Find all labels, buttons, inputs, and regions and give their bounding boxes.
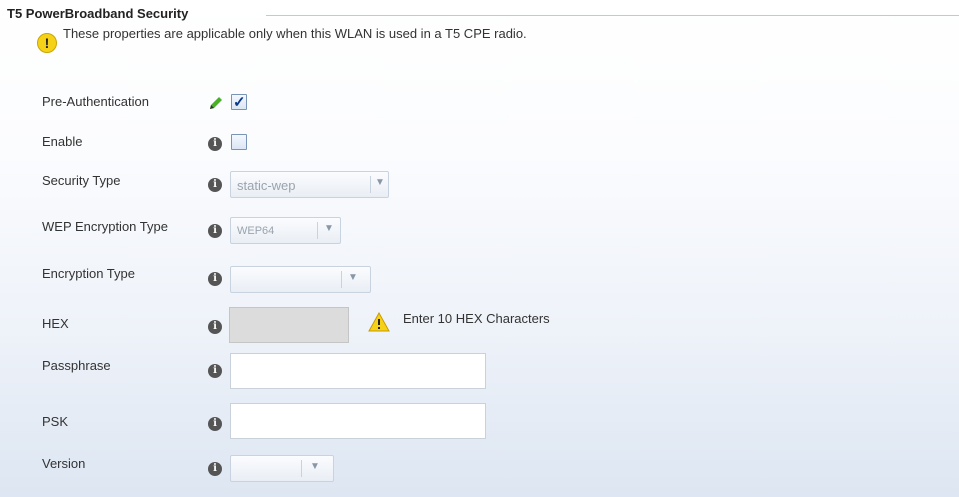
encryption-type-select[interactable]: ▼ xyxy=(230,266,371,293)
hex-warning: Enter 10 HEX Characters xyxy=(403,311,550,326)
warning-icon xyxy=(368,312,390,332)
section-title: T5 PowerBroadband Security xyxy=(7,6,189,21)
enable-label: Enable xyxy=(42,134,83,149)
psk-input[interactable] xyxy=(230,403,486,439)
security-type-label: Security Type xyxy=(42,173,121,188)
passphrase-input[interactable] xyxy=(230,353,486,389)
section-note: These properties are applicable only whe… xyxy=(63,26,527,41)
enable-checkbox[interactable] xyxy=(231,134,247,150)
chevron-down-icon: ▼ xyxy=(310,461,320,472)
wep-encryption-type-select[interactable]: WEP64 ▼ xyxy=(230,217,341,244)
chevron-down-icon: ▼ xyxy=(375,177,385,188)
passphrase-label: Passphrase xyxy=(42,358,111,373)
pencil-icon xyxy=(210,97,222,109)
hex-input[interactable] xyxy=(229,307,349,343)
select-value: static-wep xyxy=(237,178,296,193)
info-icon[interactable]: i xyxy=(208,364,222,378)
select-separator xyxy=(301,460,302,477)
version-label: Version xyxy=(42,456,86,471)
info-icon[interactable]: i xyxy=(208,178,222,192)
encryption-type-label: Encryption Type xyxy=(42,266,135,281)
pre-authentication-label: Pre-Authentication xyxy=(42,94,149,109)
section-divider xyxy=(266,15,959,16)
info-icon[interactable]: i xyxy=(208,462,222,476)
select-separator xyxy=(341,271,342,288)
select-separator xyxy=(370,176,371,193)
select-value: WEP64 xyxy=(237,225,275,237)
info-icon[interactable]: i xyxy=(208,137,222,151)
hex-label: HEX xyxy=(42,316,69,331)
chevron-down-icon: ▼ xyxy=(324,223,334,234)
info-icon[interactable]: i xyxy=(208,272,222,286)
wep-encryption-type-label: WEP Encryption Type xyxy=(42,219,168,234)
chevron-down-icon: ▼ xyxy=(348,272,358,283)
exclamation-icon: ! xyxy=(37,33,57,53)
pre-authentication-checkbox[interactable]: ✓ xyxy=(231,94,247,111)
psk-label: PSK xyxy=(42,414,69,429)
info-icon[interactable]: i xyxy=(208,417,222,431)
info-icon[interactable]: i xyxy=(208,224,222,238)
security-type-select[interactable]: static-wep ▼ xyxy=(230,171,389,198)
version-select[interactable]: ▼ xyxy=(230,455,334,482)
check-icon: ✓ xyxy=(233,94,246,111)
info-icon[interactable]: i xyxy=(208,320,222,334)
select-separator xyxy=(317,222,318,239)
